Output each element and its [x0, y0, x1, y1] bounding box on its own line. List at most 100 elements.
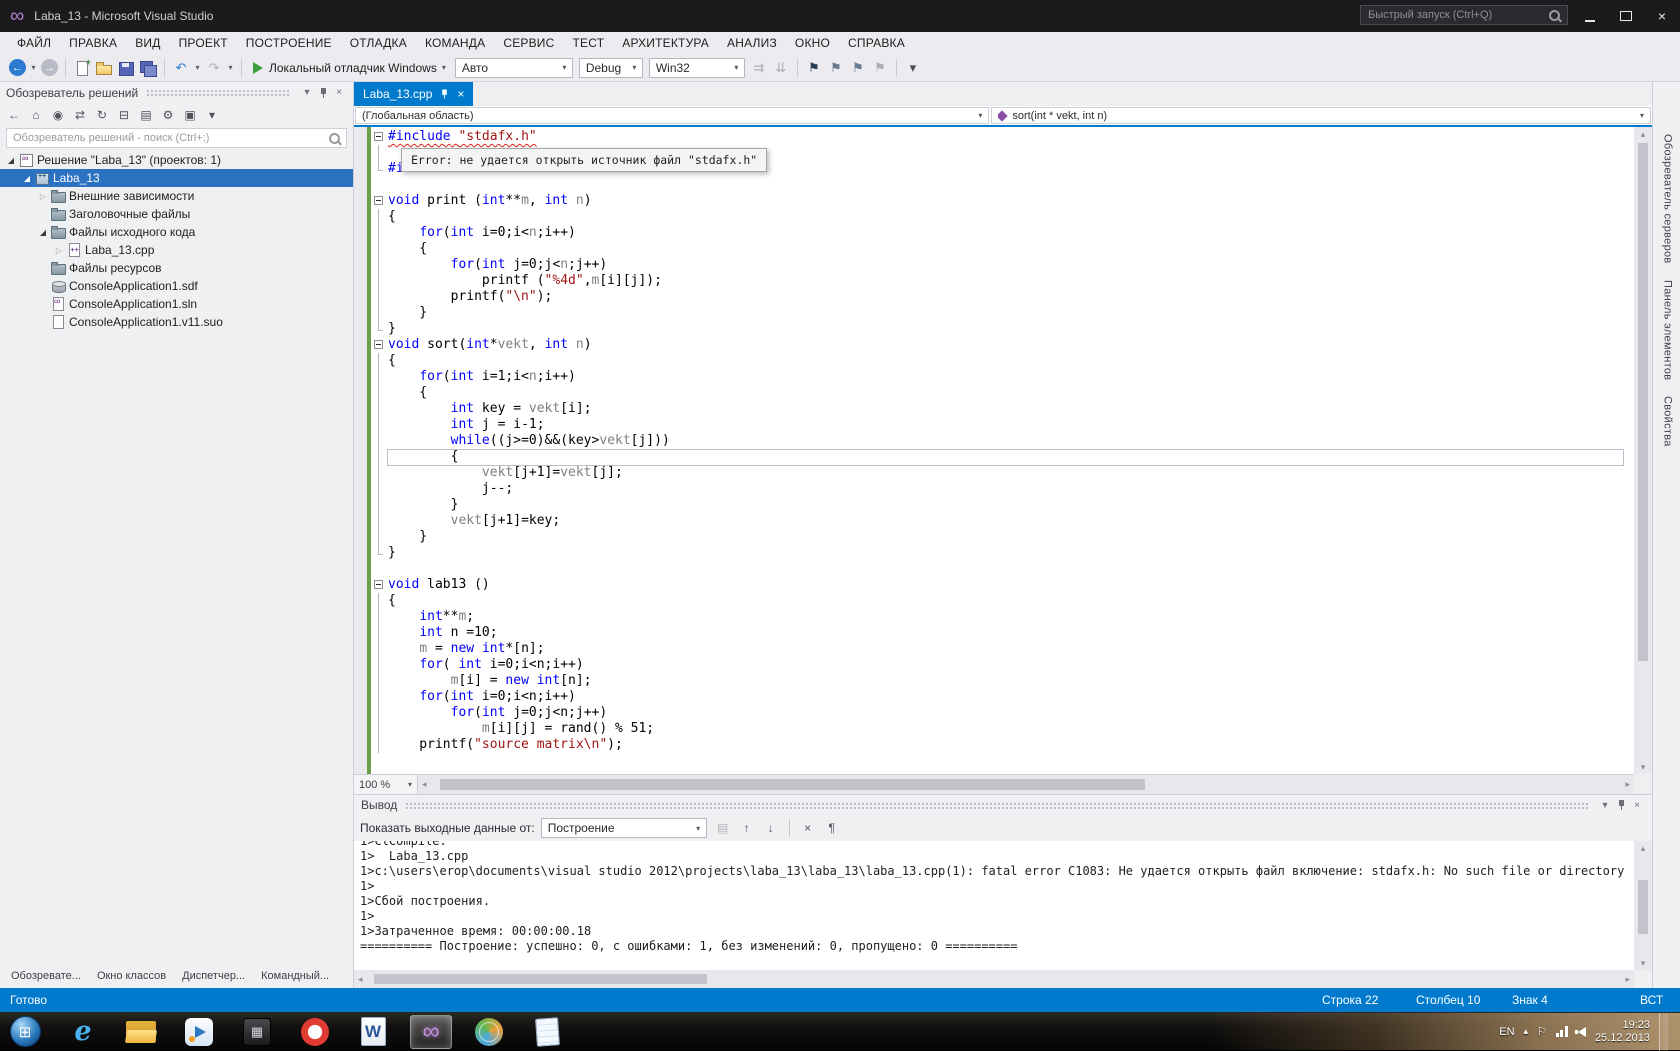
tree-item[interactable]: ▷Laba_13.cpp: [0, 241, 353, 259]
code-line[interactable]: }: [371, 305, 1634, 321]
tree-item[interactable]: ◢Файлы исходного кода: [0, 223, 353, 241]
collapse-all-icon[interactable]: ⊟: [115, 106, 133, 124]
solution-platform-combo[interactable]: Win32▾: [649, 58, 745, 78]
code-line[interactable]: }: [371, 497, 1634, 513]
quick-launch-search[interactable]: Быстрый запуск (Ctrl+Q): [1360, 5, 1568, 25]
tree-item[interactable]: ConsoleApplication1.sln: [0, 295, 353, 313]
scope-icon[interactable]: ◉: [49, 106, 67, 124]
code-line[interactable]: for( int i=0;i<n;i++): [371, 657, 1634, 673]
action-center-icon[interactable]: ⚐: [1537, 1025, 1547, 1038]
open-file-icon[interactable]: [94, 58, 114, 78]
zoom-dropdown[interactable]: 100 % ▾: [354, 775, 418, 794]
debug-auto-combo[interactable]: Авто▾: [455, 58, 573, 78]
code-line[interactable]: #include "stdafx.h": [371, 129, 1634, 145]
redo-icon[interactable]: ↷: [204, 58, 224, 78]
window-position-caret[interactable]: ▾: [299, 85, 315, 101]
volume-icon[interactable]: [1578, 1027, 1586, 1037]
scrollbar-thumb[interactable]: [1638, 880, 1648, 934]
menu-item[interactable]: ПРОЕКТ: [170, 36, 237, 50]
scroll-up-arrow[interactable]: ▴: [1634, 841, 1652, 855]
pin-button[interactable]: [315, 85, 331, 101]
dark-app-taskbar-icon[interactable]: [236, 1015, 278, 1049]
code-line[interactable]: void lab13 (): [371, 577, 1634, 593]
scroll-right-arrow[interactable]: ▸: [1625, 775, 1630, 794]
close-panel-button[interactable]: ×: [331, 85, 347, 101]
side-autohide-tab[interactable]: Свойства: [1660, 396, 1674, 447]
solution-config-combo[interactable]: Debug▾: [579, 58, 643, 78]
start-button[interactable]: [4, 1015, 46, 1049]
word-taskbar-icon[interactable]: [352, 1015, 394, 1049]
prev-bookmark-icon[interactable]: ⚑: [826, 58, 846, 78]
nav-forward-icon[interactable]: →: [41, 59, 58, 76]
notepad-taskbar-icon[interactable]: [526, 1015, 568, 1049]
step-into-icon[interactable]: ⇊: [771, 58, 791, 78]
undo-icon[interactable]: ↶: [171, 58, 191, 78]
code-line[interactable]: for(int i=0;i<n;i++): [371, 689, 1634, 705]
scrollbar-thumb[interactable]: [1638, 143, 1648, 661]
tree-expand-arrow[interactable]: ◢: [20, 174, 34, 183]
preview-icon[interactable]: ▣: [181, 106, 199, 124]
tree-item[interactable]: ConsoleApplication1.sdf: [0, 277, 353, 295]
maximize-button[interactable]: [1608, 0, 1644, 32]
tree-item[interactable]: Файлы ресурсов: [0, 259, 353, 277]
undo-menu-caret[interactable]: ▾: [193, 63, 202, 72]
scroll-right-arrow[interactable]: ▸: [1625, 970, 1630, 988]
back-icon[interactable]: ←: [5, 106, 23, 124]
properties-icon[interactable]: ⚙: [159, 106, 177, 124]
breakpoint-margin[interactable]: [354, 127, 367, 774]
close-tab-icon[interactable]: ×: [457, 87, 464, 101]
code-line[interactable]: {: [371, 385, 1634, 401]
media-player-taskbar-icon[interactable]: [178, 1015, 220, 1049]
output-horizontal-scrollbar[interactable]: ◂ ▸: [354, 970, 1634, 988]
refresh-icon[interactable]: ↻: [93, 106, 111, 124]
explorer-taskbar-icon[interactable]: [120, 1015, 162, 1049]
nav-back-icon[interactable]: ←: [9, 59, 26, 76]
menu-item[interactable]: СПРАВКА: [839, 36, 914, 50]
output-vertical-scrollbar[interactable]: ▴ ▾: [1634, 841, 1652, 970]
code-line[interactable]: int n =10;: [371, 625, 1634, 641]
next-bookmark-icon[interactable]: ⚑: [848, 58, 868, 78]
output-source-dropdown[interactable]: Построение ▾: [541, 818, 707, 838]
tree-item[interactable]: Заголовочные файлы: [0, 205, 353, 223]
scrollbar-thumb[interactable]: [440, 779, 1145, 790]
network-icon[interactable]: [1556, 1026, 1569, 1037]
toolbar-overflow-icon[interactable]: ▾: [203, 106, 221, 124]
editor-vertical-scrollbar[interactable]: ▴ ▾: [1634, 127, 1652, 774]
close-button[interactable]: ×: [1644, 0, 1680, 32]
menu-item[interactable]: ОКНО: [786, 36, 839, 50]
toggle-bookmark-icon[interactable]: ⚑: [804, 58, 824, 78]
save-icon[interactable]: [116, 58, 136, 78]
code-line[interactable]: vekt[j+1]=vekt[j];: [371, 465, 1634, 481]
close-panel-button[interactable]: ×: [1629, 797, 1645, 813]
tree-expand-arrow[interactable]: ▷: [52, 246, 66, 255]
nav-back-menu-caret[interactable]: ▾: [29, 63, 38, 72]
clock[interactable]: 19:23 25.12.2013: [1595, 1019, 1650, 1045]
menu-item[interactable]: ТЕСТ: [564, 36, 614, 50]
code-line[interactable]: printf("source matrix\n");: [371, 737, 1634, 753]
code-editor[interactable]: Error: не удается открыть источник файл …: [354, 127, 1634, 774]
tree-item[interactable]: ConsoleApplication1.v11.suo: [0, 313, 353, 331]
code-line[interactable]: }: [371, 321, 1634, 337]
tool-window-tab[interactable]: Диспетчер...: [175, 970, 252, 982]
menu-item[interactable]: АНАЛИЗ: [718, 36, 786, 50]
tree-expand-arrow[interactable]: ▷: [36, 192, 50, 201]
code-line[interactable]: vekt[j+1]=key;: [371, 513, 1634, 529]
tool-window-tab[interactable]: Командный...: [254, 970, 336, 982]
window-position-caret[interactable]: ▾: [1597, 797, 1613, 813]
code-line[interactable]: }: [371, 529, 1634, 545]
scroll-left-arrow[interactable]: ◂: [358, 970, 363, 988]
scroll-down-arrow[interactable]: ▾: [1634, 956, 1652, 970]
code-line[interactable]: }: [371, 545, 1634, 561]
tool-window-tab[interactable]: Окно классов: [90, 970, 173, 982]
code-line[interactable]: {: [371, 241, 1634, 257]
tree-expand-arrow[interactable]: ◢: [36, 228, 50, 237]
visual-studio-taskbar-icon[interactable]: [410, 1015, 452, 1049]
tree-expand-arrow[interactable]: ◢: [4, 156, 18, 165]
next-message-icon[interactable]: ↓: [761, 818, 781, 838]
code-line[interactable]: {: [371, 209, 1634, 225]
red-app-taskbar-icon[interactable]: [294, 1015, 336, 1049]
scroll-up-arrow[interactable]: ▴: [1634, 127, 1652, 141]
show-all-files-icon[interactable]: ▤: [137, 106, 155, 124]
code-line[interactable]: {: [371, 449, 1634, 465]
code-line[interactable]: m[i][j] = rand() % 51;: [371, 721, 1634, 737]
